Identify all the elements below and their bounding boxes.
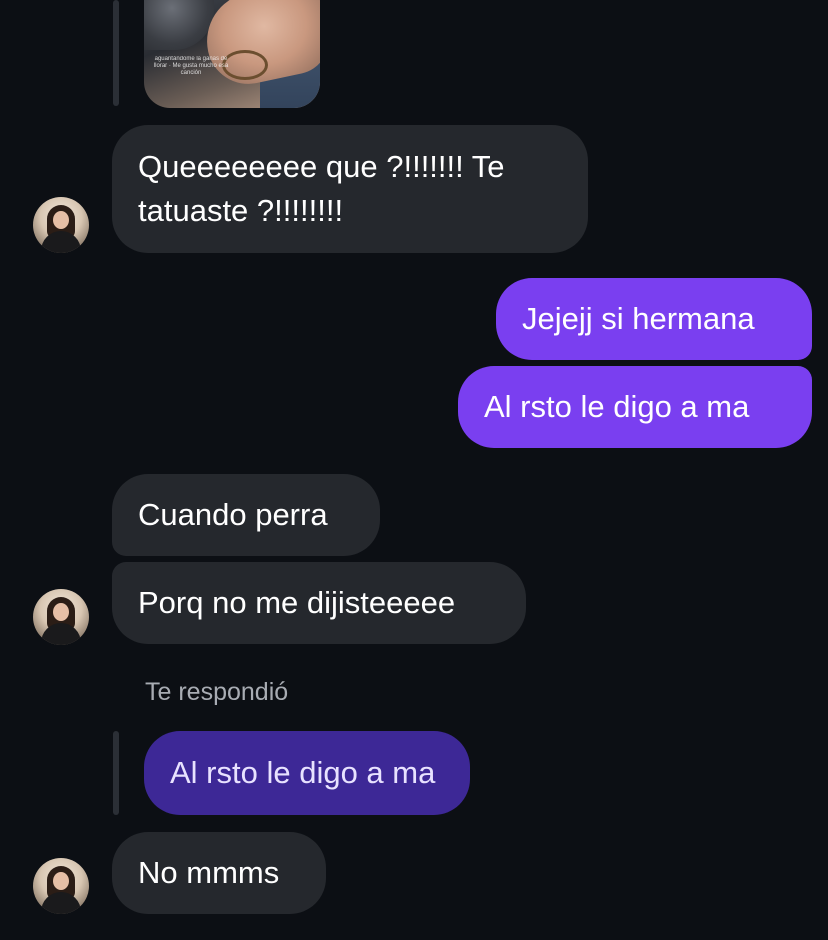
contact-avatar[interactable]: [33, 589, 89, 645]
message-bubble-outgoing[interactable]: Jejejj si hermana: [496, 278, 812, 360]
story-caption: aguantándome la ganas de llorar · Me gus…: [153, 56, 229, 76]
quoted-message-bubble[interactable]: Al rsto le digo a ma: [144, 731, 470, 815]
message-text: Queeeeeeee que ?!!!!!!! Te tatuaste ?!!!…: [138, 149, 505, 228]
avatar-face: [53, 603, 69, 621]
glove-graphic: [144, 0, 214, 50]
message-bubble-outgoing[interactable]: Al rsto le digo a ma: [458, 366, 812, 448]
shared-story-thumbnail[interactable]: aguantándome la ganas de llorar · Me gus…: [144, 0, 320, 108]
message-text: Porq no me dijisteeeee: [138, 585, 456, 620]
message-text: Jejejj si hermana: [522, 301, 755, 336]
avatar-face: [53, 872, 69, 890]
quoted-message-text: Al rsto le digo a ma: [170, 755, 436, 790]
message-text: Cuando perra: [138, 497, 328, 532]
reply-quote-bar: [113, 731, 119, 815]
avatar-face: [53, 211, 69, 229]
message-text: No mmms: [138, 855, 280, 890]
contact-avatar[interactable]: [33, 197, 89, 253]
message-bubble-incoming[interactable]: Queeeeeeee que ?!!!!!!! Te tatuaste ?!!!…: [112, 125, 588, 253]
message-bubble-incoming[interactable]: No mmms: [112, 832, 326, 914]
contact-avatar[interactable]: [33, 858, 89, 914]
message-bubble-incoming[interactable]: Cuando perra: [112, 474, 380, 556]
message-text: Al rsto le digo a ma: [484, 389, 750, 424]
story-reply-bar: [113, 0, 119, 106]
message-bubble-incoming[interactable]: Porq no me dijisteeeee: [112, 562, 526, 644]
reply-label: Te respondió: [145, 678, 289, 706]
